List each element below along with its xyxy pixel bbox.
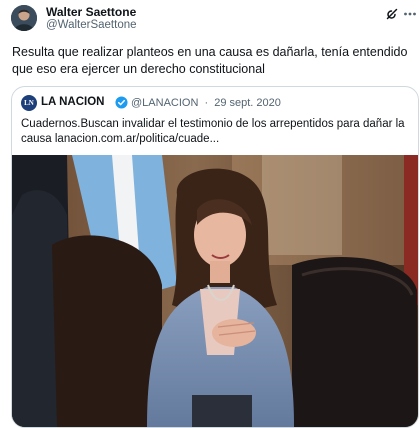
more-icon[interactable] xyxy=(400,4,420,24)
quoted-avatar[interactable]: LN xyxy=(21,95,37,111)
verified-badge-icon xyxy=(115,96,128,109)
quoted-date[interactable]: 29 sept. 2020 xyxy=(214,97,281,109)
author-name[interactable]: Walter Saettone xyxy=(46,5,136,19)
grok-icon[interactable] xyxy=(382,4,402,24)
quoted-author-name[interactable]: LA NACION xyxy=(41,96,104,108)
author-avatar[interactable] xyxy=(11,5,37,31)
quoted-photo[interactable] xyxy=(12,155,418,427)
quoted-text: Cuadernos.Buscan invalidar el testimonio… xyxy=(21,118,405,145)
tweet-text: Resulta que realizar planteos en una cau… xyxy=(12,45,408,76)
author-handle[interactable]: @WalterSaettone xyxy=(46,19,137,31)
quoted-handle[interactable]: @LANACION xyxy=(131,97,198,109)
meta-separator: · xyxy=(204,97,209,109)
quoted-tweet-card[interactable]: LN LA NACION @LANACION · 29 sept. 2020 C… xyxy=(11,86,419,428)
